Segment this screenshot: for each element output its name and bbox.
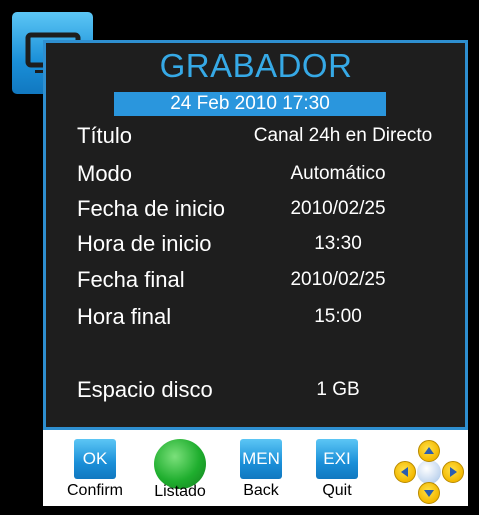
quit-label: Quit [322, 482, 352, 499]
field-label: Espacio disco [77, 377, 213, 402]
green-circle-icon[interactable] [154, 439, 206, 489]
field-label: Título [77, 123, 133, 148]
menu-key[interactable]: MEN [240, 439, 282, 479]
exit-key[interactable]: EXI [316, 439, 358, 479]
arrow-left-icon[interactable] [394, 461, 416, 483]
field-row-modo: Modo Automático [0, 158, 479, 190]
field-value: 2010/02/25 [290, 198, 386, 219]
field-value: 13:30 [314, 233, 362, 254]
arrow-up-icon[interactable] [418, 440, 440, 462]
field-value: 15:00 [314, 306, 362, 327]
field-label: Fecha final [77, 267, 185, 292]
arrow-down-icon[interactable] [418, 482, 440, 504]
list-button[interactable]: Listado [148, 439, 212, 501]
field-value: 2010/02/25 [290, 269, 386, 290]
field-row-espacio-disco: Espacio disco 1 GB [0, 374, 479, 406]
arrow-right-icon[interactable] [442, 461, 464, 483]
dpad-center [417, 460, 441, 484]
ok-button[interactable]: OK Confirm [62, 439, 128, 500]
field-label: Hora de inicio [77, 231, 212, 256]
back-label: Back [243, 482, 279, 499]
list-label: Listado [154, 483, 206, 500]
ok-key[interactable]: OK [74, 439, 116, 479]
direction-pad-icon[interactable] [394, 440, 464, 504]
field-label: Fecha de inicio [77, 196, 225, 221]
field-value: Automático [290, 163, 386, 184]
screen-title: GRABADOR [159, 47, 353, 84]
field-row-hora-inicio: Hora de inicio 13:30 [0, 228, 479, 260]
menu-button[interactable]: MEN Back [236, 439, 286, 500]
field-row-titulo: Título Canal 24h en Directo [0, 120, 479, 152]
field-value: Canal 24h en Directo [253, 125, 433, 146]
field-label: Hora final [77, 304, 172, 329]
exit-button[interactable]: EXI Quit [312, 439, 362, 500]
ok-label: Confirm [66, 482, 123, 499]
field-value: 1 GB [316, 379, 360, 400]
field-label: Modo [77, 161, 133, 186]
field-row-fecha-inicio: Fecha de inicio 2010/02/25 [0, 193, 479, 225]
field-row-hora-final: Hora final 15:00 [0, 301, 479, 333]
datetime-bar: 24 Feb 2010 17:30 [114, 92, 386, 116]
field-row-fecha-final: Fecha final 2010/02/25 [0, 264, 479, 296]
